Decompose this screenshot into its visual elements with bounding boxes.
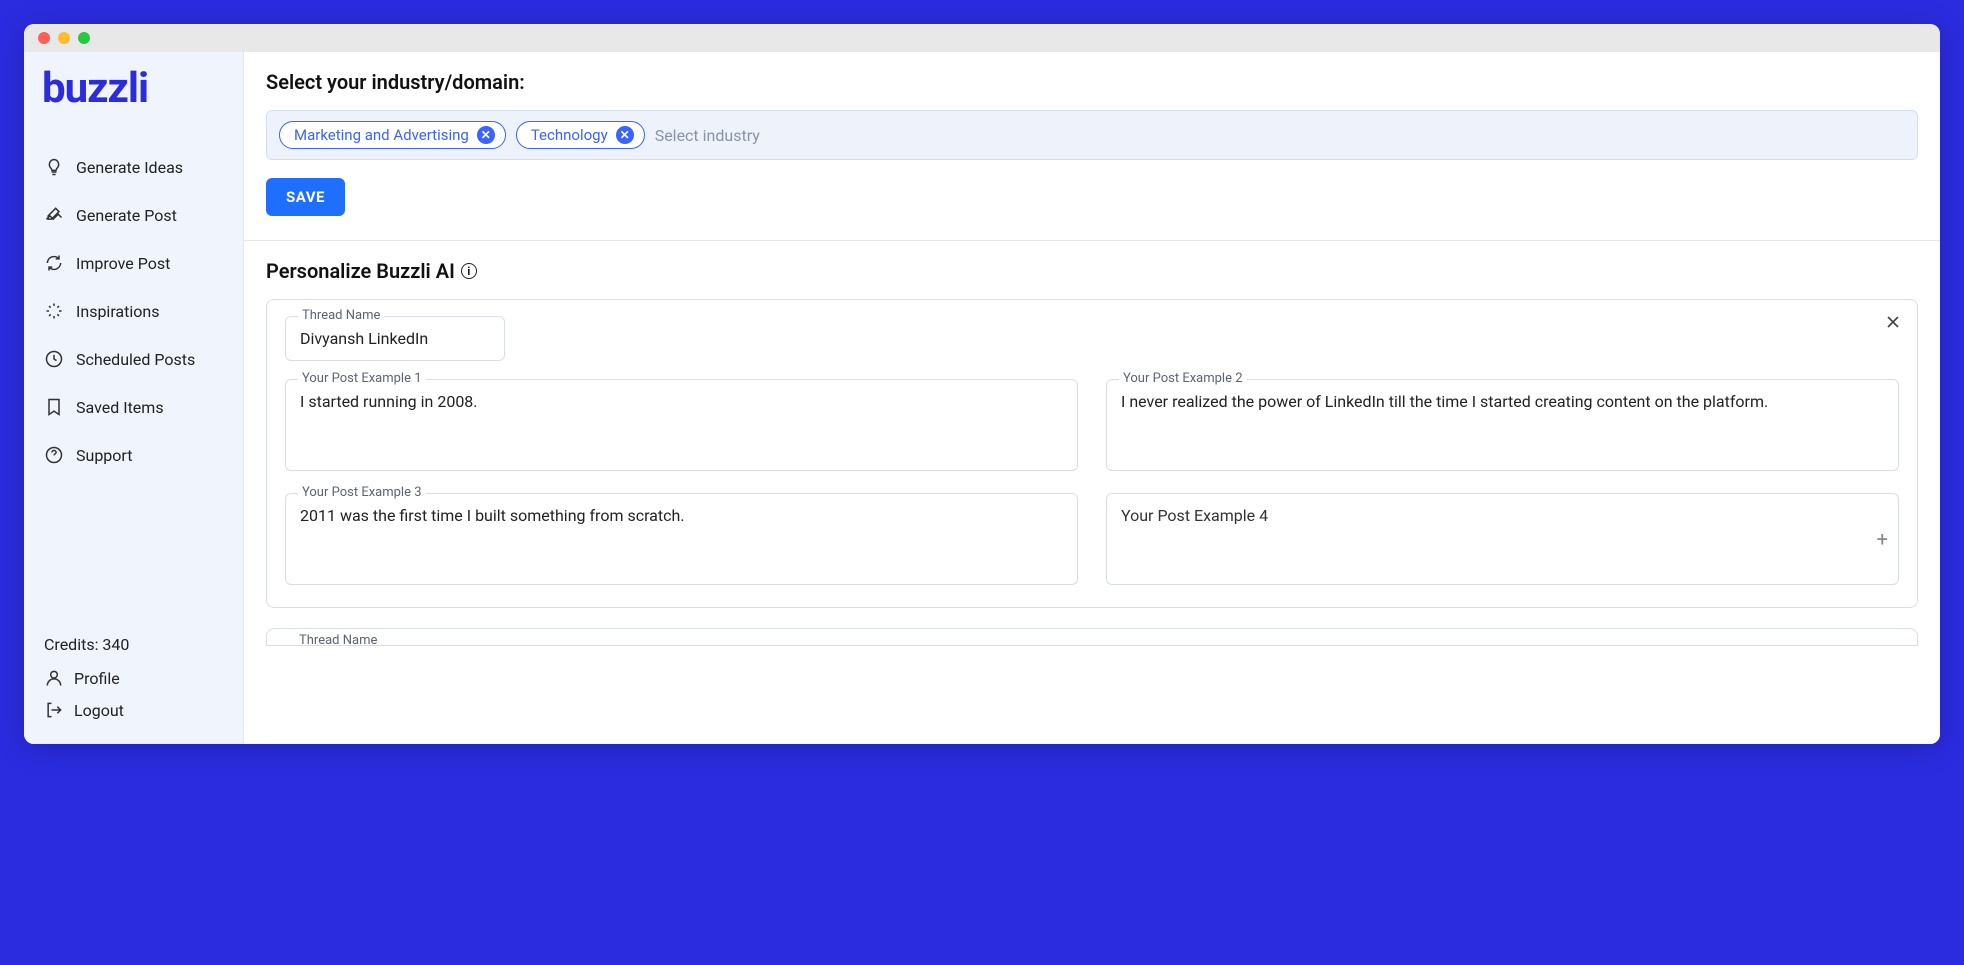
sidebar-item-improve-post[interactable]: Improve Post bbox=[24, 241, 243, 285]
example-label: Your Post Example 3 bbox=[298, 485, 426, 500]
close-icon bbox=[1883, 312, 1903, 332]
industry-tag: Marketing and Advertising ✕ bbox=[279, 121, 506, 149]
examples-grid: Your Post Example 1 Your Post Example 2 … bbox=[285, 379, 1899, 585]
save-button[interactable]: SAVE bbox=[266, 178, 345, 216]
window-titlebar bbox=[24, 24, 1940, 52]
sidebar-item-label: Saved Items bbox=[76, 398, 164, 417]
sidebar-item-label: Scheduled Posts bbox=[76, 350, 195, 369]
window-close-dot[interactable] bbox=[38, 32, 50, 44]
sidebar-item-generate-post[interactable]: Generate Post bbox=[24, 193, 243, 237]
post-example-3-input[interactable] bbox=[300, 506, 1063, 568]
sidebar: buzzli Generate Ideas Generate Post Impr… bbox=[24, 52, 244, 744]
sidebar-item-label: Generate Post bbox=[76, 206, 177, 225]
thread-card: Thread Name Your Post Example 1 Your Pos… bbox=[266, 299, 1918, 608]
post-example-1-field[interactable]: Your Post Example 1 bbox=[285, 379, 1078, 471]
sidebar-item-label: Support bbox=[76, 446, 132, 465]
thread-card-peek: Thread Name bbox=[266, 628, 1918, 646]
credits-label: Credits: 340 bbox=[44, 635, 223, 662]
sidebar-item-label: Inspirations bbox=[76, 302, 159, 321]
plus-icon[interactable]: + bbox=[1877, 527, 1888, 551]
thread-name-field[interactable]: Thread Name bbox=[285, 316, 505, 361]
industry-section: Select your industry/domain: Marketing a… bbox=[244, 52, 1940, 241]
tag-remove-icon[interactable]: ✕ bbox=[616, 126, 634, 144]
personalize-heading-text: Personalize Buzzli AI bbox=[266, 259, 455, 283]
tag-label: Technology bbox=[531, 126, 608, 144]
post-example-4-input[interactable] bbox=[1121, 506, 1884, 568]
info-icon[interactable]: i bbox=[461, 263, 477, 279]
sidebar-item-scheduled-posts[interactable]: Scheduled Posts bbox=[24, 337, 243, 381]
clock-icon bbox=[44, 349, 64, 369]
card-close-button[interactable] bbox=[1883, 312, 1903, 336]
profile-link[interactable]: Profile bbox=[44, 662, 223, 694]
bookmark-icon bbox=[44, 397, 64, 417]
help-icon bbox=[44, 445, 64, 465]
sidebar-footer: Credits: 340 Profile Logout bbox=[24, 635, 243, 726]
thread-name-label: Thread Name bbox=[298, 308, 384, 323]
sidebar-item-saved-items[interactable]: Saved Items bbox=[24, 385, 243, 429]
sidebar-item-label: Generate Ideas bbox=[76, 158, 183, 177]
tag-label: Marketing and Advertising bbox=[294, 126, 469, 144]
lightbulb-icon bbox=[44, 157, 64, 177]
personalize-heading: Personalize Buzzli AI i bbox=[266, 259, 1918, 283]
sidebar-item-inspirations[interactable]: Inspirations bbox=[24, 289, 243, 333]
sidebar-item-label: Improve Post bbox=[76, 254, 170, 273]
sidebar-item-support[interactable]: Support bbox=[24, 433, 243, 477]
logout-link[interactable]: Logout bbox=[44, 694, 223, 726]
post-example-2-input[interactable] bbox=[1121, 392, 1884, 454]
industry-placeholder: Select industry bbox=[655, 126, 760, 145]
profile-label: Profile bbox=[74, 669, 120, 688]
refresh-icon bbox=[44, 253, 64, 273]
sparkle-icon bbox=[44, 301, 64, 321]
example-label: Your Post Example 1 bbox=[298, 371, 426, 386]
main-content: Select your industry/domain: Marketing a… bbox=[244, 52, 1940, 744]
example-label: Your Post Example 2 bbox=[1119, 371, 1247, 386]
tag-remove-icon[interactable]: ✕ bbox=[477, 126, 495, 144]
window-maximize-dot[interactable] bbox=[78, 32, 90, 44]
logout-icon bbox=[44, 700, 64, 720]
industry-tag: Technology ✕ bbox=[516, 121, 645, 149]
post-example-3-field[interactable]: Your Post Example 3 bbox=[285, 493, 1078, 585]
industry-heading: Select your industry/domain: bbox=[266, 70, 1918, 94]
personalize-section: Personalize Buzzli AI i Thread Name Your… bbox=[244, 241, 1940, 670]
post-example-4-field[interactable]: + bbox=[1106, 493, 1899, 585]
window-minimize-dot[interactable] bbox=[58, 32, 70, 44]
logout-label: Logout bbox=[74, 701, 124, 720]
industry-select-box[interactable]: Marketing and Advertising ✕ Technology ✕… bbox=[266, 110, 1918, 160]
app-window: buzzli Generate Ideas Generate Post Impr… bbox=[24, 24, 1940, 744]
post-example-2-field[interactable]: Your Post Example 2 bbox=[1106, 379, 1899, 471]
sidebar-nav: Generate Ideas Generate Post Improve Pos… bbox=[24, 127, 243, 477]
thread-name-input[interactable] bbox=[300, 329, 490, 348]
sidebar-item-generate-ideas[interactable]: Generate Ideas bbox=[24, 145, 243, 189]
thread-name-label-peek: Thread Name bbox=[295, 633, 381, 646]
brand-logo: buzzli bbox=[24, 64, 243, 127]
user-icon bbox=[44, 668, 64, 688]
pencil-wave-icon bbox=[44, 205, 64, 225]
post-example-1-input[interactable] bbox=[300, 392, 1063, 454]
